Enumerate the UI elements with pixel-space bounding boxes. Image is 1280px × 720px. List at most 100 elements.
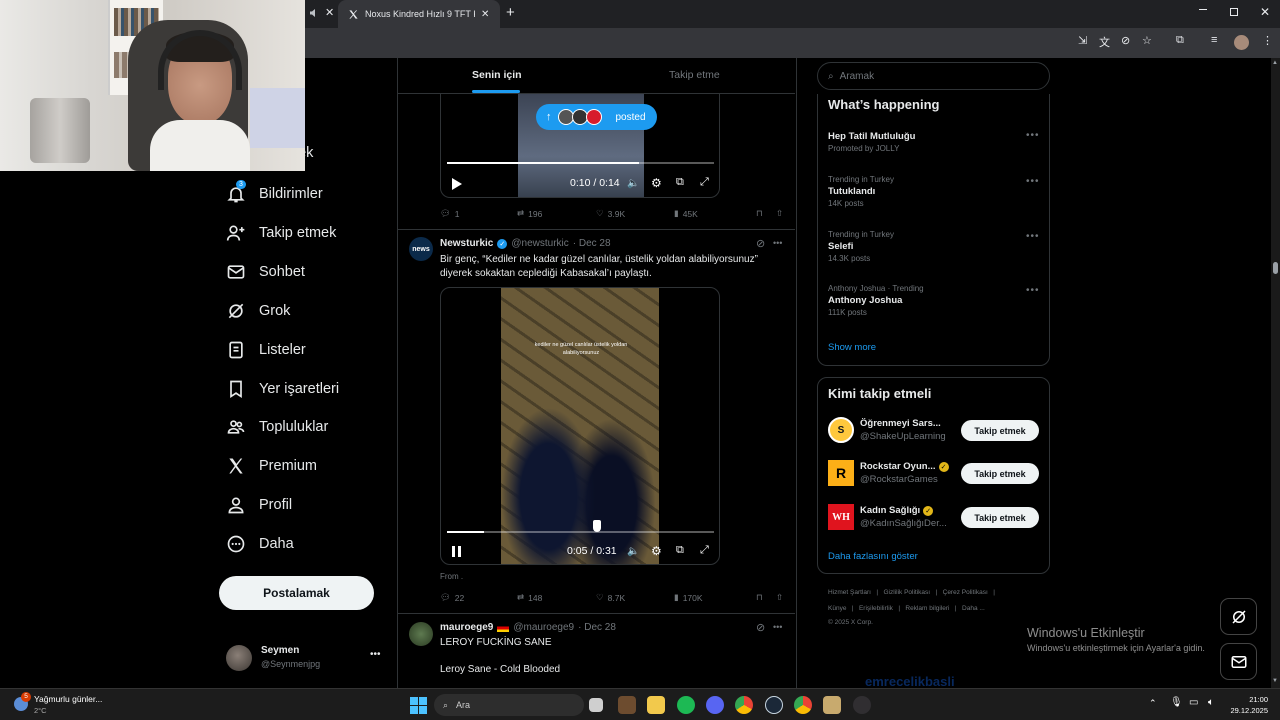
footer-links[interactable]: Hizmet Şartları | Gizlilik Politikası | …	[828, 589, 995, 596]
sidebar-item-chat[interactable]: Sohbet	[226, 262, 305, 282]
fullscreen-icon[interactable]: ⤢	[700, 544, 709, 557]
pause-icon[interactable]	[452, 546, 461, 557]
app-icon[interactable]	[618, 696, 636, 714]
tab-following[interactable]: Takip etme	[669, 69, 720, 81]
install-app-icon[interactable]: ⇲	[1078, 34, 1087, 47]
obs-icon[interactable]	[853, 696, 871, 714]
bookmark-button[interactable]: ⊓	[756, 592, 776, 603]
weather-widget[interactable]: 5 Yağmurlu günler... 2°C	[14, 692, 134, 717]
trend-more-icon[interactable]: •••	[1026, 231, 1040, 242]
active-tab[interactable]: Noxus Kindred Hızlı 9 TFT Karşı ✕	[338, 0, 500, 28]
maximize-icon[interactable]	[1230, 8, 1238, 16]
microphone-icon[interactable]: 🎙︎	[1170, 697, 1183, 708]
messages-float-button[interactable]	[1220, 643, 1257, 680]
sidebar-item-bookmarks[interactable]: Yer işaretleri	[226, 379, 339, 399]
grok-float-button[interactable]	[1220, 598, 1257, 635]
sidebar-item-more[interactable]: Daha	[226, 534, 294, 554]
sidebar-item-communities[interactable]: Topluluklar	[226, 417, 328, 437]
suggestion-item[interactable]: R Rockstar Oyun... ✓ @RockstarGames	[828, 460, 949, 486]
post-button[interactable]: Postalamak	[219, 576, 374, 610]
search-input[interactable]: ⌕ Aramak	[817, 62, 1050, 90]
minimize-icon[interactable]	[1199, 9, 1207, 10]
grok-icon[interactable]: ⊘	[756, 237, 765, 250]
more-icon[interactable]: •••	[370, 649, 381, 660]
start-button[interactable]	[410, 697, 427, 714]
post-more-icon[interactable]: •••	[773, 622, 782, 632]
views-button[interactable]: ▮ 170K	[674, 592, 756, 603]
pip-icon[interactable]: ⧉	[676, 176, 684, 189]
reply-button[interactable]: 💬︎ 1	[440, 208, 517, 219]
follow-button[interactable]: Takip etmek	[961, 463, 1039, 484]
network-icon[interactable]: 🔈︎	[1208, 697, 1214, 708]
chrome-icon[interactable]	[794, 696, 812, 714]
game-launcher-icon[interactable]	[823, 696, 841, 714]
new-posts-pill[interactable]: ↑ posted	[536, 104, 657, 130]
new-tab-button[interactable]: +	[506, 4, 515, 21]
show-more-link[interactable]: Show more	[828, 342, 876, 353]
reply-button[interactable]: 💬︎ 22	[440, 592, 517, 603]
scroll-up-icon[interactable]: ▲	[1272, 60, 1278, 66]
steam-icon[interactable]	[765, 696, 783, 714]
post2-source[interactable]: From .	[440, 572, 463, 581]
show-more-suggestions-link[interactable]: Daha fazlasını göster	[828, 551, 918, 562]
clock[interactable]: 21:00 29.12.2025	[1228, 694, 1268, 716]
trend-item[interactable]: Trending in Turkey Selefi 14.3K posts	[828, 230, 894, 263]
post2-video[interactable]: kediler ne güzel canlılar üstelik yoldan…	[440, 287, 720, 565]
show-hidden-icons[interactable]: ⌃	[1149, 698, 1157, 709]
post-date[interactable]: · Dec 28	[578, 622, 616, 633]
monitor-icon[interactable]: ▭	[1189, 697, 1198, 708]
author-handle[interactable]: @mauroege9	[513, 622, 574, 633]
trend-more-icon[interactable]: •••	[1026, 176, 1040, 187]
repost-button[interactable]: ⇄ 196	[517, 208, 596, 219]
like-button[interactable]: ♡ 3.9K	[596, 208, 674, 219]
sidebar-item-follow[interactable]: Takip etmek	[226, 223, 336, 243]
repost-button[interactable]: ⇄ 148	[517, 592, 596, 603]
trend-item[interactable]: Hep Tatil Mutluluğu Promoted by JOLLY	[828, 129, 915, 153]
trend-more-icon[interactable]: •••	[1026, 285, 1040, 296]
settings-icon[interactable]: ⚙	[651, 544, 662, 558]
post-more-icon[interactable]: •••	[773, 238, 782, 248]
sidebar-item-notifications[interactable]: 3 Bildirimler	[226, 180, 323, 204]
close-tab-icon[interactable]: ✕	[481, 9, 489, 20]
spotify-icon[interactable]	[677, 696, 695, 714]
task-view-icon[interactable]	[589, 698, 603, 712]
page-scrollbar[interactable]: ▲ ▼	[1271, 58, 1280, 688]
scroll-down-icon[interactable]: ▼	[1272, 678, 1278, 684]
like-button[interactable]: ♡ 8.7K	[596, 592, 674, 603]
chrome-icon[interactable]	[735, 696, 753, 714]
share-button[interactable]: ⇧	[776, 592, 783, 603]
follow-button[interactable]: Takip etmek	[961, 507, 1039, 528]
pip-icon[interactable]: ⧉	[676, 544, 684, 557]
sidebar-item-premium[interactable]: Premium	[226, 456, 317, 476]
discord-icon[interactable]	[706, 696, 724, 714]
scrollbar-thumb[interactable]	[1273, 262, 1278, 274]
follow-button[interactable]: Takip etmek	[961, 420, 1039, 441]
eye-off-icon[interactable]: ⊘	[1121, 34, 1130, 47]
tab-for-you[interactable]: Senin için	[472, 69, 522, 81]
trend-more-icon[interactable]: •••	[1026, 130, 1040, 141]
settings-icon[interactable]: ⚙	[651, 176, 662, 190]
sidebar-item-profile[interactable]: Profil	[226, 495, 292, 515]
translate-icon[interactable]: 文	[1099, 34, 1110, 50]
grok-icon[interactable]: ⊘	[756, 621, 765, 634]
mute-tab-icon[interactable]	[309, 8, 319, 18]
post-date[interactable]: · Dec 28	[573, 238, 611, 249]
trend-item[interactable]: Trending in Turkey Tutuklandı 14K posts	[828, 175, 894, 208]
post2-avatar[interactable]: news	[409, 237, 433, 261]
kebab-menu-icon[interactable]: ⋮	[1262, 34, 1273, 47]
footer-links[interactable]: Künye | Erişilebilirlik | Reklam bilgile…	[828, 605, 985, 612]
taskbar-search[interactable]: ⌕ Ara	[434, 694, 584, 716]
post3-avatar[interactable]	[409, 622, 433, 646]
volume-icon[interactable]: 🔈	[627, 178, 639, 189]
sidebar-item-grok[interactable]: Grok	[226, 301, 290, 321]
suggestion-item[interactable]: WH Kadın Sağlığı ✓ @KadınSağlığıDer...	[828, 504, 947, 530]
account-switcher[interactable]: Seymen @Seynmenjpg •••	[226, 643, 386, 673]
video-progress-track[interactable]	[447, 162, 714, 164]
extensions-icon[interactable]: ⧉	[1176, 34, 1184, 47]
reading-list-icon[interactable]: ≡	[1211, 34, 1217, 46]
author-name[interactable]: mauroege9	[440, 622, 493, 633]
close-tab-icon[interactable]: ✕	[325, 6, 334, 19]
views-button[interactable]: ▮ 45K	[674, 208, 756, 219]
file-explorer-icon[interactable]	[647, 696, 665, 714]
profile-avatar[interactable]	[1234, 35, 1249, 50]
